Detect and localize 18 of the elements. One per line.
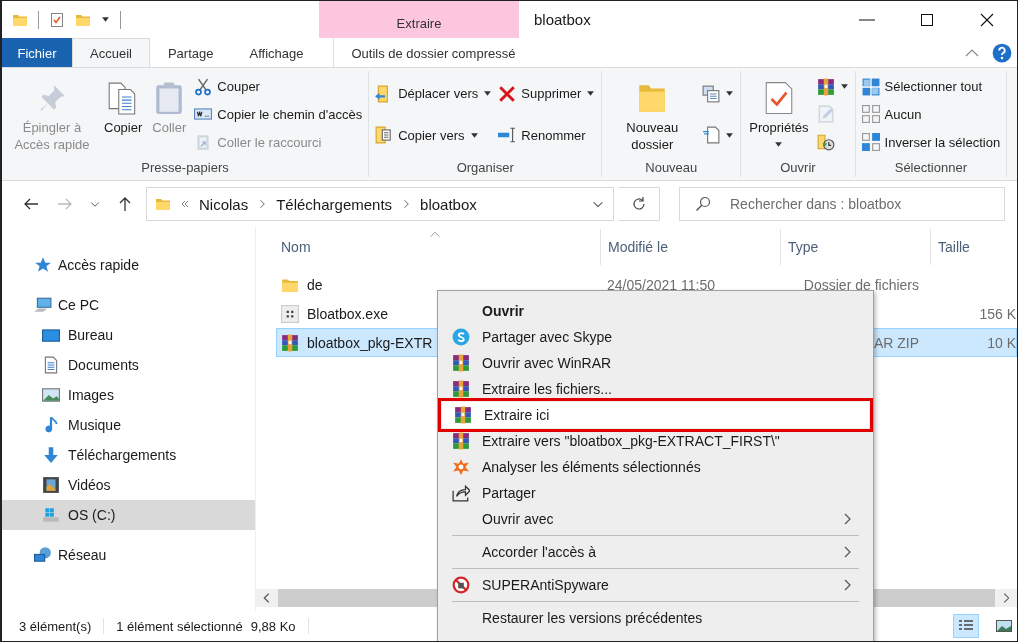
group-label: Nouveau: [644, 160, 699, 177]
status-text: 9,88 Ko: [250, 618, 296, 634]
group-label: Presse-papiers: [140, 160, 230, 177]
type-cell: Dossier de fichiers: [803, 276, 919, 293]
type-cell: AR ZIP: [873, 334, 919, 351]
date-cell: 24/05/2021 11:50: [607, 276, 715, 293]
status-text: 1 élément sélectionné: [116, 618, 243, 634]
file-name: bloatbox_pkg-EXTR: [307, 334, 433, 351]
size-cell: 156 K: [979, 305, 1016, 322]
group-label: Organiser: [455, 160, 515, 177]
group-label: Ouvrir: [779, 160, 817, 177]
context-tab-header: Extraire: [319, 1, 519, 38]
size-cell: 10 K: [987, 334, 1016, 351]
group-label: Sélectionner: [893, 160, 968, 177]
file-name: de: [307, 276, 323, 293]
status-text: 3 élément(s): [19, 618, 92, 634]
window-title: bloatbox: [533, 10, 592, 30]
file-name: Bloatbox.exe: [307, 305, 388, 322]
